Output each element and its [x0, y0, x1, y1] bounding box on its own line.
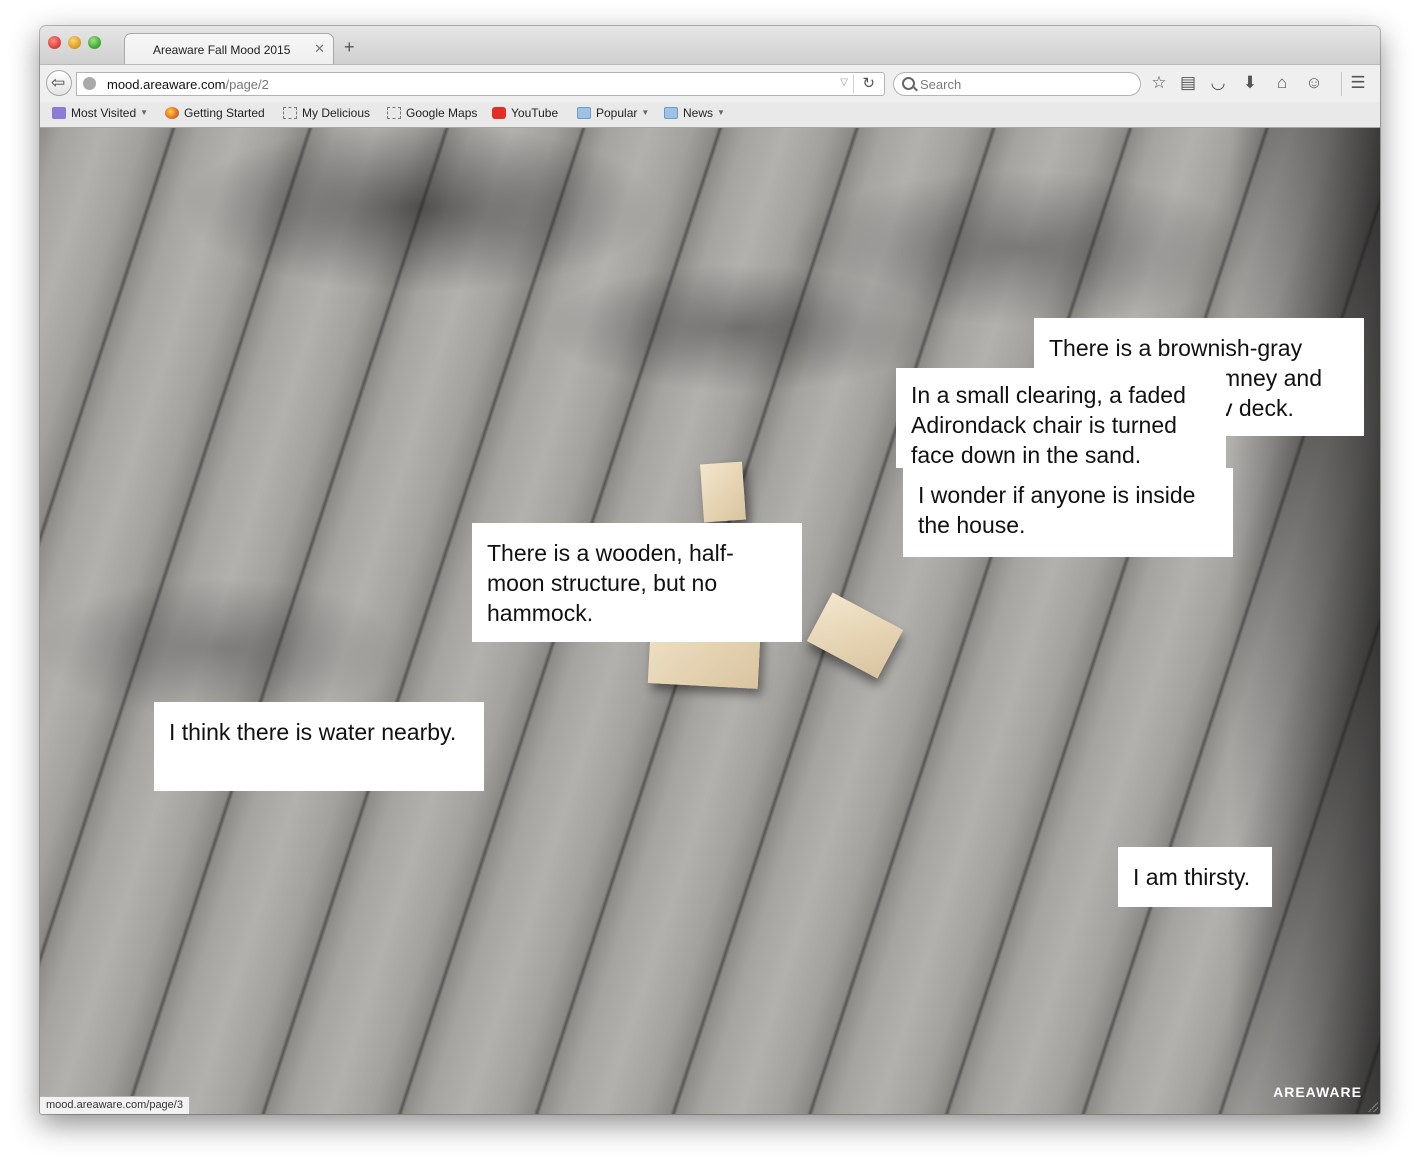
window-close-button[interactable]	[48, 36, 61, 49]
bookmark-label: Google Maps	[406, 106, 478, 120]
url-text[interactable]: mood.areaware.com/page/2	[107, 77, 269, 92]
bookmark-label: My Delicious	[302, 106, 371, 120]
folder-icon	[52, 107, 66, 119]
reload-icon[interactable]: ↻	[862, 75, 875, 93]
url-bar[interactable]: mood.areaware.com/page/2 ▽ ↻	[76, 72, 885, 96]
back-button[interactable]: ⇦	[46, 70, 72, 96]
text-note: In a small clearing, a faded Adirondack …	[896, 368, 1226, 468]
tab-active[interactable]: Areaware Fall Mood 2015 ✕	[124, 33, 334, 65]
back-arrow-icon: ⇦	[51, 73, 66, 92]
search-placeholder: Search	[920, 77, 962, 92]
bookmark-google-maps[interactable]: Google Maps	[387, 106, 477, 122]
new-tab-button[interactable]: +	[344, 38, 355, 56]
bookmark-my-delicious[interactable]: My Delicious	[283, 106, 370, 122]
note-text: v deck.	[1221, 395, 1294, 421]
url-host: mood.areaware.com	[107, 77, 226, 92]
firefox-icon	[165, 107, 179, 119]
bookmark-most-visited[interactable]: Most Visited ▼	[52, 106, 148, 122]
note-text: In a small clearing, a faded Adirondack …	[911, 382, 1186, 468]
pocket-icon[interactable]: ◡	[1207, 73, 1229, 93]
search-icon	[902, 77, 915, 90]
bookmark-label: Most Visited	[71, 106, 137, 120]
reading-list-icon[interactable]: ▤	[1177, 73, 1199, 93]
block-tall	[700, 461, 746, 523]
note-text: There is a wooden, half-moon structure, …	[487, 540, 734, 626]
home-icon[interactable]: ⌂	[1271, 73, 1293, 93]
toolbar-separator	[1341, 72, 1342, 96]
folder-icon	[664, 107, 678, 119]
bookmark-news[interactable]: News ▼	[664, 106, 725, 122]
download-icon[interactable]: ⬇	[1239, 73, 1261, 93]
chat-icon[interactable]: ☺	[1303, 73, 1325, 93]
url-bar-separator	[853, 75, 854, 93]
tab-title: Areaware Fall Mood 2015	[153, 43, 291, 57]
tab-close-icon[interactable]: ✕	[314, 42, 325, 55]
url-history-dropdown-icon[interactable]: ▽	[840, 77, 848, 88]
site-identity-icon[interactable]	[83, 77, 96, 90]
search-bar[interactable]: Search	[893, 72, 1141, 96]
bookmark-label: YouTube	[511, 106, 559, 120]
page-content: There is a brownish-gray mney and v deck. …	[40, 128, 1380, 1114]
status-bar: mood.areaware.com/page/3	[40, 1096, 190, 1114]
hamburger-menu-icon[interactable]: ☰	[1347, 73, 1369, 93]
text-note: I think there is water nearby.	[154, 702, 484, 791]
resize-grip-icon[interactable]	[1368, 1102, 1378, 1112]
star-icon[interactable]: ☆	[1148, 73, 1170, 93]
chevron-down-icon: ▼	[140, 108, 149, 117]
bookmarks-toolbar: Most Visited ▼ Getting Started My Delicio…	[40, 102, 1380, 128]
block-tipped	[806, 592, 904, 679]
text-note: I am thirsty.	[1118, 847, 1272, 907]
chevron-down-icon: ▼	[641, 108, 650, 117]
folder-icon	[577, 107, 591, 119]
tab-strip: Areaware Fall Mood 2015 ✕ +	[40, 26, 1380, 65]
note-text: I wonder if anyone is inside the house.	[918, 482, 1196, 538]
text-note: There is a wooden, half-moon structure, …	[472, 523, 802, 642]
bookmark-popular[interactable]: Popular ▼	[577, 106, 649, 122]
bookmark-label: News	[683, 106, 714, 120]
note-text: mney and	[1221, 365, 1323, 391]
chevron-down-icon: ▼	[717, 108, 725, 117]
youtube-icon	[492, 107, 506, 119]
bookmark-youtube[interactable]: YouTube	[492, 106, 558, 122]
text-note: I wonder if anyone is inside the house.	[903, 468, 1233, 557]
page-icon	[283, 107, 297, 119]
note-text: I think there is water nearby.	[169, 719, 457, 745]
bookmark-label: Getting Started	[184, 106, 265, 120]
page-icon	[387, 107, 401, 119]
browser-window: Areaware Fall Mood 2015 ✕ + ⇦ mood.areaw…	[40, 26, 1380, 1114]
note-text: I am thirsty.	[1133, 864, 1251, 890]
note-text: There is a brownish-gray	[1049, 335, 1303, 361]
areaware-logo[interactable]: AREAWARE	[1273, 1084, 1362, 1100]
url-path: /page/2	[225, 77, 269, 92]
navigation-toolbar: ⇦ mood.areaware.com/page/2 ▽ ↻ Search ☆ …	[40, 64, 1380, 103]
bookmark-label: Popular	[596, 106, 638, 120]
window-minimize-button[interactable]	[68, 36, 81, 49]
window-zoom-button[interactable]	[88, 36, 101, 49]
bookmark-getting-started[interactable]: Getting Started	[165, 106, 265, 122]
